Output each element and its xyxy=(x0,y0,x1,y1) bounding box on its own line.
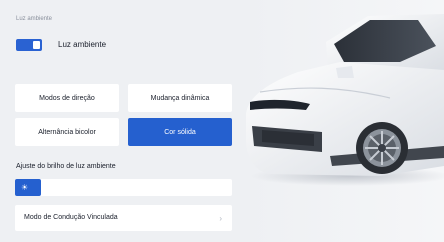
section-title: Luz ambiente xyxy=(16,16,53,22)
car-image xyxy=(246,14,444,186)
linked-driving-mode-label: Modo de Condução Vinculada xyxy=(24,214,118,221)
ambient-light-toggle[interactable] xyxy=(16,39,42,51)
ambient-light-panel: Luz ambiente Luz ambiente Modos de direç… xyxy=(0,0,444,242)
brightness-slider[interactable]: ☀ xyxy=(15,179,232,196)
brightness-title: Ajuste do brilho de luz ambiente xyxy=(16,163,116,170)
linked-driving-mode-row[interactable]: Modo de Condução Vinculada › xyxy=(15,205,232,231)
mode-solid-button[interactable]: Cor sólida xyxy=(128,118,232,146)
toggle-knob xyxy=(33,41,40,49)
chevron-right-icon: › xyxy=(219,214,222,223)
ambient-light-label: Luz ambiente xyxy=(58,40,107,49)
mode-bicolor-button[interactable]: Alternância bicolor xyxy=(15,118,119,146)
sun-icon: ☀ xyxy=(21,183,29,192)
mode-directional-button[interactable]: Modos de direção xyxy=(15,84,119,112)
mode-dynamic-button[interactable]: Mudança dinâmica xyxy=(128,84,232,112)
